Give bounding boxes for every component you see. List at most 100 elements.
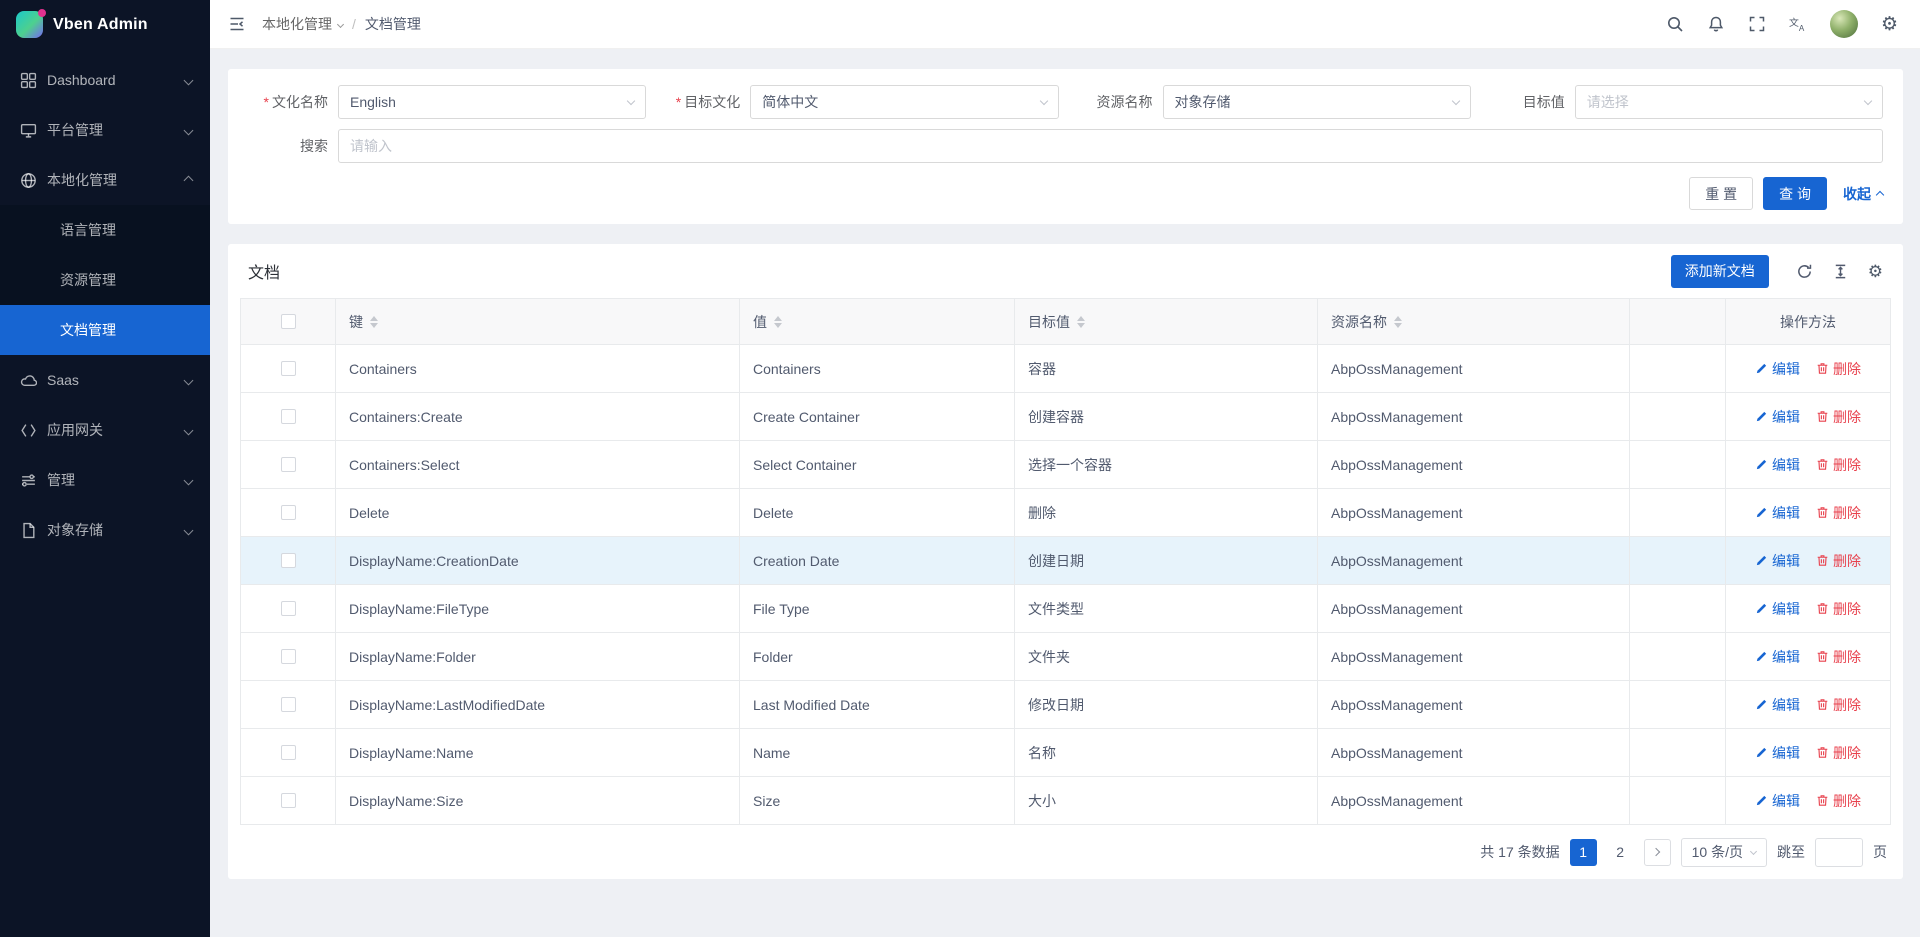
sidebar-item-document-management[interactable]: 文档管理 [0, 305, 210, 355]
cell-key: Delete [336, 489, 740, 537]
edit-button[interactable]: 编辑 [1755, 647, 1800, 667]
table-row[interactable]: Delete Delete 删除 AbpOssManagement 编辑 删除 [241, 489, 1890, 537]
next-page-button[interactable] [1644, 839, 1671, 866]
target-culture-label: *目标文化 [660, 92, 740, 112]
table-row[interactable]: Containers:Create Create Container 创建容器 … [241, 393, 1890, 441]
row-checkbox[interactable] [281, 361, 296, 376]
cell-actions: 编辑 删除 [1726, 729, 1890, 777]
edit-button[interactable]: 编辑 [1755, 455, 1800, 475]
search-input[interactable] [338, 129, 1883, 163]
submenu-label: 语言管理 [60, 220, 116, 240]
column-header-value[interactable]: 值 [740, 299, 1015, 345]
row-checkbox[interactable] [281, 601, 296, 616]
target-culture-select[interactable]: 简体中文 [750, 85, 1058, 119]
delete-button[interactable]: 删除 [1816, 743, 1861, 763]
delete-button[interactable]: 删除 [1816, 647, 1861, 667]
delete-button[interactable]: 删除 [1816, 503, 1861, 523]
app-logo[interactable]: Vben Admin [0, 0, 210, 49]
delete-button[interactable]: 删除 [1816, 407, 1861, 427]
sidebar-item-gateway[interactable]: 应用网关 [0, 405, 210, 455]
edit-button[interactable]: 编辑 [1755, 599, 1800, 619]
reset-button[interactable]: 重 置 [1689, 177, 1753, 210]
sidebar-item-platform[interactable]: 平台管理 [0, 105, 210, 155]
page-size-select[interactable]: 10 条/页 [1681, 838, 1767, 867]
search-icon[interactable] [1666, 15, 1684, 33]
sidebar-item-localization[interactable]: 本地化管理 [0, 155, 210, 205]
row-checkbox[interactable] [281, 409, 296, 424]
row-checkbox[interactable] [281, 649, 296, 664]
edit-button[interactable]: 编辑 [1755, 695, 1800, 715]
table-toolbar: 文档 添加新文档 ⚙ [240, 244, 1891, 298]
trash-icon [1816, 698, 1829, 711]
sort-icon[interactable] [1394, 316, 1402, 328]
edit-label: 编辑 [1772, 791, 1800, 811]
notification-bell-icon[interactable] [1707, 15, 1725, 33]
row-checkbox[interactable] [281, 697, 296, 712]
chevron-down-icon [1452, 96, 1460, 104]
sidebar-item-language-management[interactable]: 语言管理 [0, 205, 210, 255]
table-row[interactable]: DisplayName:Name Name 名称 AbpOssManagemen… [241, 729, 1890, 777]
translate-icon[interactable]: 文A [1789, 15, 1807, 33]
page-button-1[interactable]: 1 [1570, 839, 1597, 866]
edit-button[interactable]: 编辑 [1755, 359, 1800, 379]
add-document-button[interactable]: 添加新文档 [1671, 255, 1769, 288]
menu-label: 对象存储 [47, 520, 185, 540]
sidebar-item-management[interactable]: 管理 [0, 455, 210, 505]
select-all-checkbox[interactable] [281, 314, 296, 329]
row-checkbox[interactable] [281, 457, 296, 472]
edit-button[interactable]: 编辑 [1755, 791, 1800, 811]
sort-icon[interactable] [774, 316, 782, 328]
table-row[interactable]: DisplayName:FileType File Type 文件类型 AbpO… [241, 585, 1890, 633]
table-row[interactable]: DisplayName:LastModifiedDate Last Modifi… [241, 681, 1890, 729]
refresh-icon[interactable] [1796, 263, 1813, 280]
breadcrumb-item-localization[interactable]: 本地化管理 [262, 14, 343, 34]
delete-button[interactable]: 删除 [1816, 551, 1861, 571]
query-button[interactable]: 查 询 [1763, 177, 1827, 210]
row-checkbox[interactable] [281, 793, 296, 808]
table-row[interactable]: DisplayName:CreationDate Creation Date 创… [241, 537, 1890, 585]
culture-name-select[interactable]: English [338, 85, 646, 119]
sidebar-item-object-storage[interactable]: 对象存储 [0, 505, 210, 555]
select-all-cell [241, 299, 336, 345]
delete-button[interactable]: 删除 [1816, 359, 1861, 379]
row-checkbox[interactable] [281, 505, 296, 520]
target-value-select[interactable]: 请选择 [1575, 85, 1883, 119]
table-row[interactable]: Containers Containers 容器 AbpOssManagemen… [241, 345, 1890, 393]
sort-icon[interactable] [1077, 316, 1085, 328]
svg-text:文: 文 [1789, 16, 1799, 29]
column-header-key[interactable]: 键 [336, 299, 740, 345]
sidebar-item-saas[interactable]: Saas [0, 355, 210, 405]
table-row[interactable]: DisplayName:Size Size 大小 AbpOssManagemen… [241, 777, 1890, 825]
user-avatar[interactable] [1830, 10, 1858, 38]
table-settings-icon[interactable]: ⚙ [1868, 263, 1883, 280]
table-row[interactable]: DisplayName:Folder Folder 文件夹 AbpOssMana… [241, 633, 1890, 681]
settings-gear-icon[interactable]: ⚙ [1881, 15, 1898, 34]
edit-button[interactable]: 编辑 [1755, 407, 1800, 427]
resource-name-select[interactable]: 对象存储 [1163, 85, 1471, 119]
table-row[interactable]: Containers:Select Select Container 选择一个容… [241, 441, 1890, 489]
edit-button[interactable]: 编辑 [1755, 551, 1800, 571]
row-checkbox[interactable] [281, 553, 296, 568]
delete-button[interactable]: 删除 [1816, 695, 1861, 715]
edit-button[interactable]: 编辑 [1755, 503, 1800, 523]
sidebar-item-resource-management[interactable]: 资源管理 [0, 255, 210, 305]
menu-fold-icon[interactable] [228, 15, 246, 33]
column-header-resource[interactable]: 资源名称 [1318, 299, 1630, 345]
page-button-2[interactable]: 2 [1607, 839, 1634, 866]
jump-page-input[interactable] [1815, 838, 1863, 867]
column-height-icon[interactable] [1832, 263, 1849, 280]
cell-resource: AbpOssManagement [1318, 729, 1630, 777]
collapse-link[interactable]: 收起 [1843, 184, 1883, 204]
column-header-target[interactable]: 目标值 [1015, 299, 1318, 345]
delete-button[interactable]: 删除 [1816, 599, 1861, 619]
chevron-down-icon [184, 475, 194, 485]
delete-button[interactable]: 删除 [1816, 455, 1861, 475]
edit-pencil-icon [1755, 362, 1768, 375]
fullscreen-icon[interactable] [1748, 15, 1766, 33]
sidebar-item-dashboard[interactable]: Dashboard [0, 55, 210, 105]
pagination: 共 17 条数据 1 2 10 条/页 跳至 页 [240, 825, 1891, 879]
sort-icon[interactable] [370, 316, 378, 328]
row-checkbox[interactable] [281, 745, 296, 760]
delete-button[interactable]: 删除 [1816, 791, 1861, 811]
edit-button[interactable]: 编辑 [1755, 743, 1800, 763]
